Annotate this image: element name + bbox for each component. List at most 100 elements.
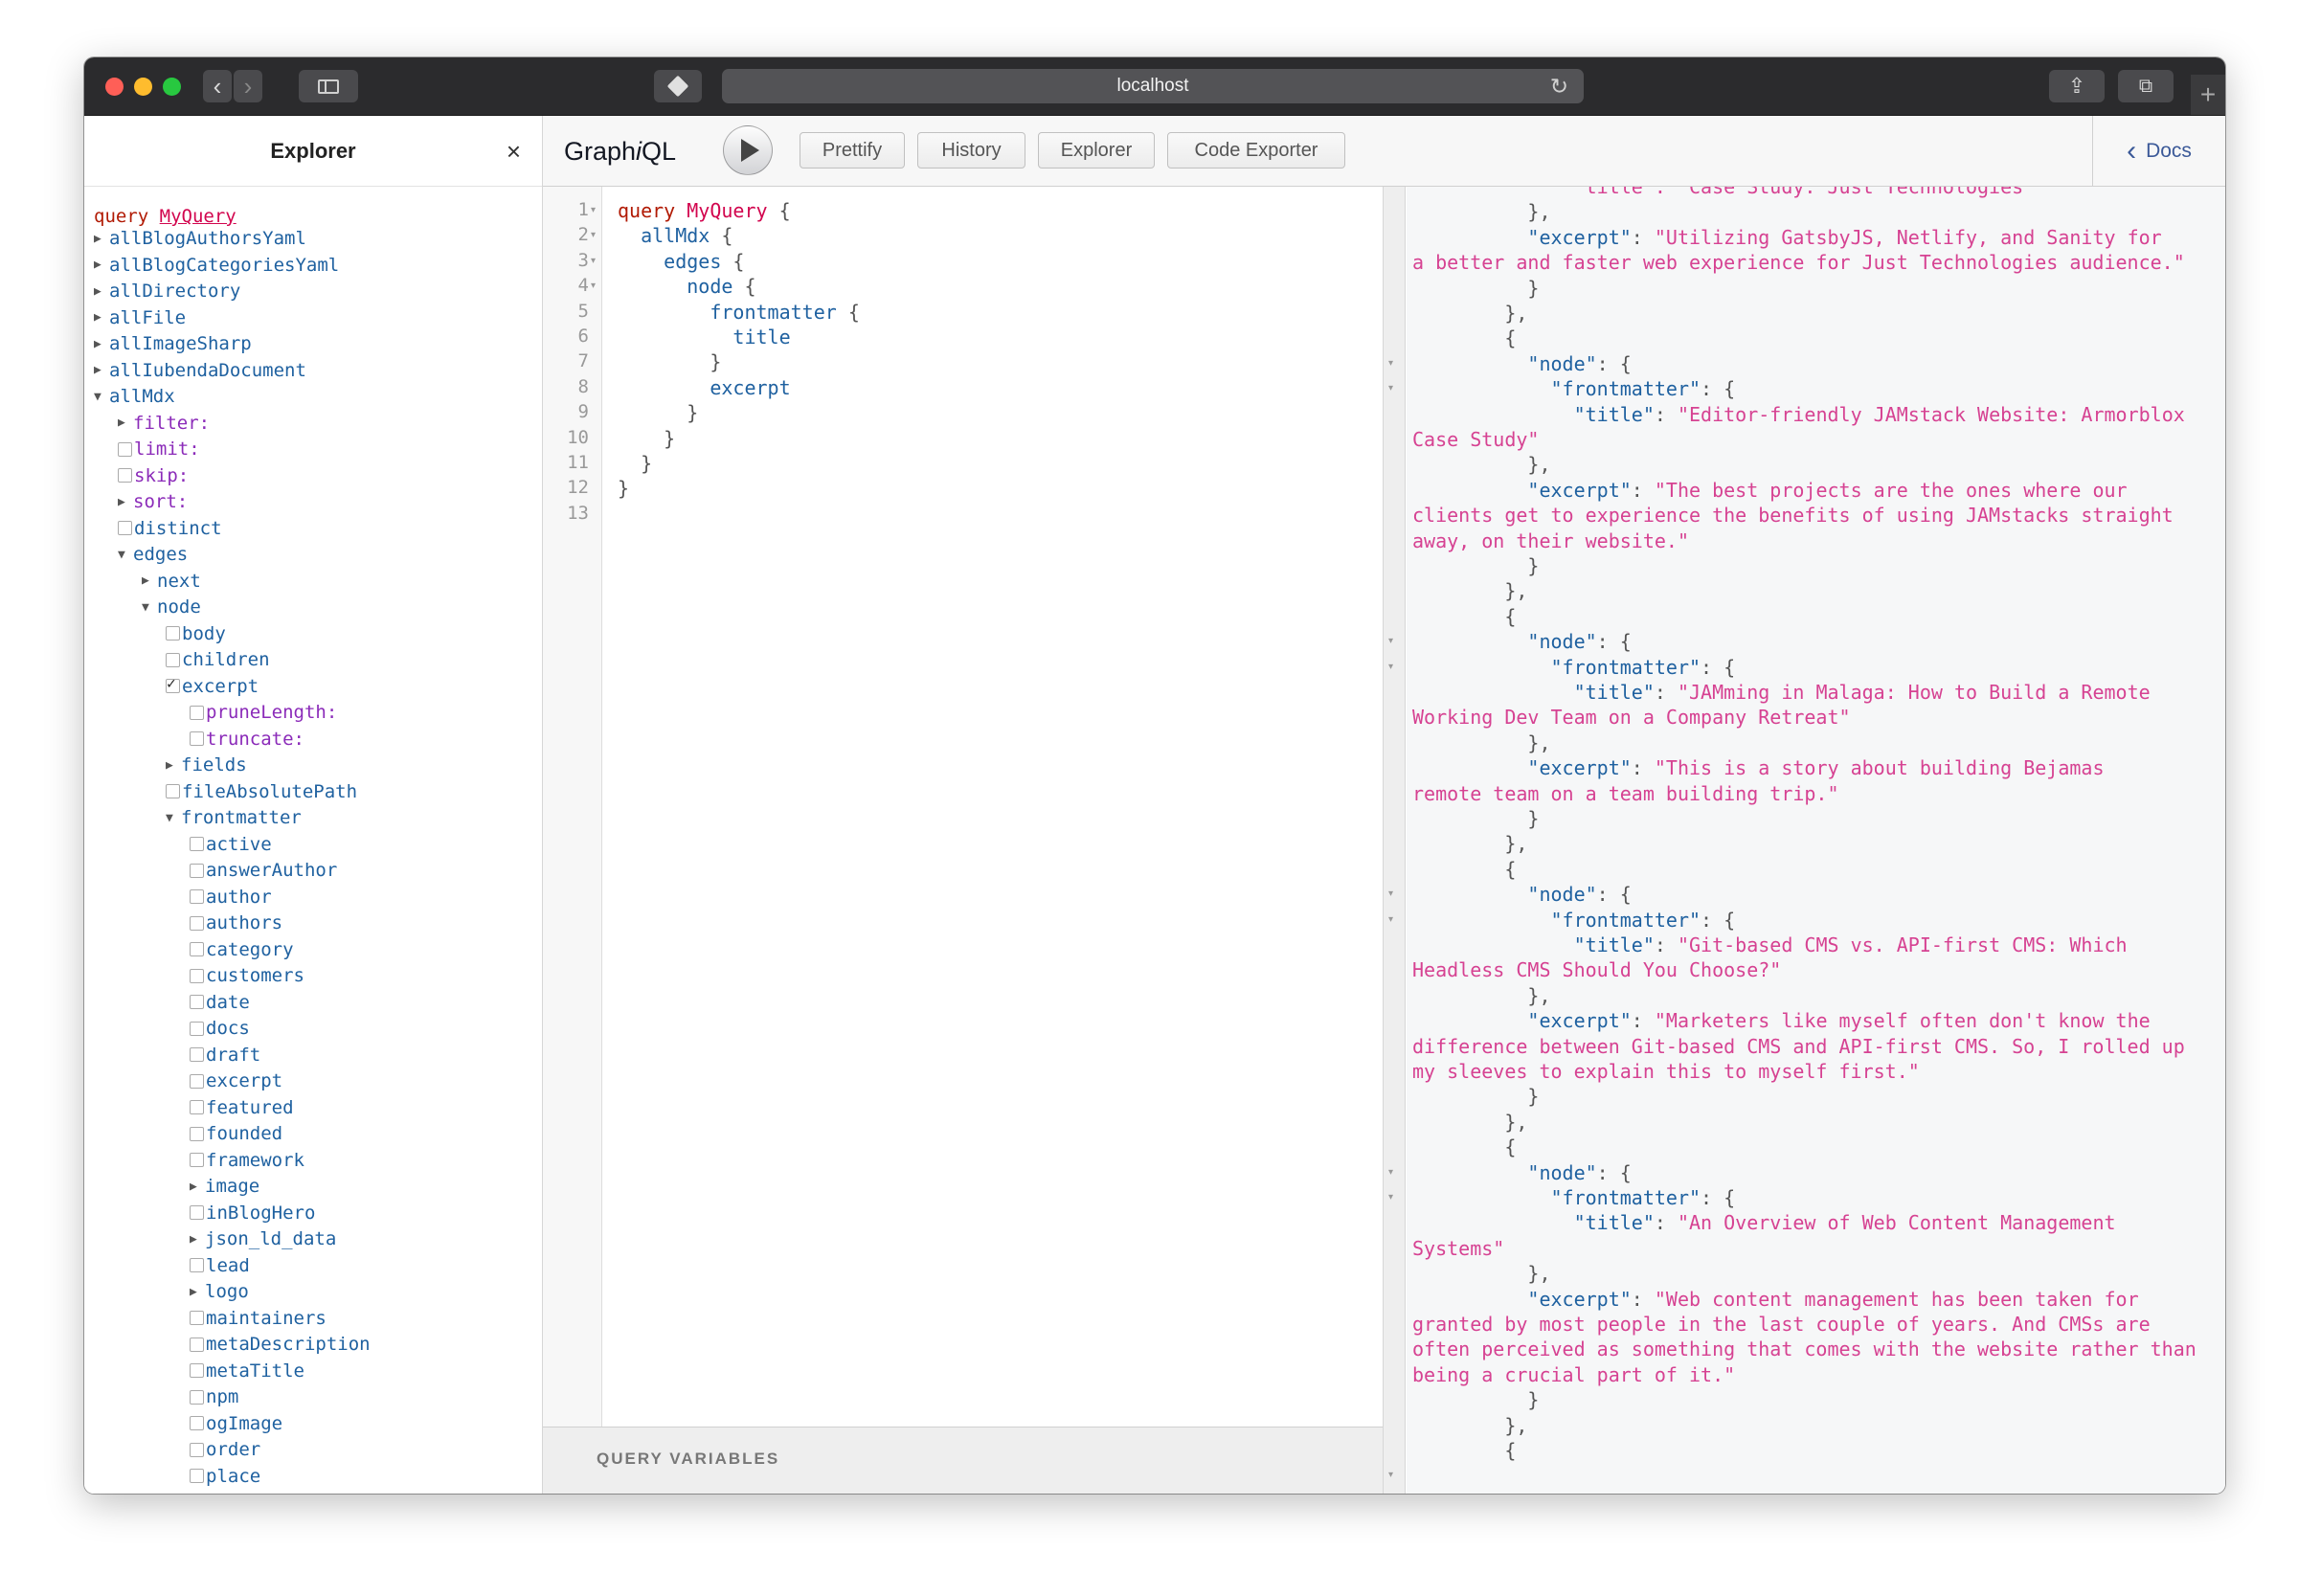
- explorer-field-ogimage[interactable]: ogImage: [190, 1412, 282, 1435]
- tabs-overview-button[interactable]: ⧉: [2118, 70, 2174, 102]
- fold-toggle-icon[interactable]: ▾: [591, 256, 596, 266]
- explorer-field-npm[interactable]: npm: [190, 1385, 238, 1408]
- extension-button[interactable]: [654, 70, 702, 102]
- prettify-button[interactable]: Prettify: [800, 132, 905, 169]
- explorer-field-date[interactable]: date: [190, 991, 250, 1014]
- checkbox[interactable]: [166, 626, 180, 641]
- checkbox[interactable]: [190, 1389, 204, 1405]
- caret-right-icon[interactable]: ▶: [142, 573, 157, 588]
- explorer-field-metadescription[interactable]: metaDescription: [190, 1333, 371, 1356]
- caret-down-icon[interactable]: ▼: [166, 811, 181, 825]
- explorer-field-frontmatter[interactable]: ▼ frontmatter: [166, 806, 302, 829]
- checkbox[interactable]: [190, 1073, 204, 1089]
- reload-icon[interactable]: ↻: [1550, 74, 1568, 100]
- caret-right-icon[interactable]: ▶: [118, 495, 133, 509]
- fold-toggle-icon[interactable]: ▾: [591, 205, 596, 215]
- explorer-field-docs[interactable]: docs: [190, 1017, 250, 1040]
- explorer-field-place[interactable]: place: [190, 1465, 260, 1488]
- zoom-window-button[interactable]: [163, 78, 181, 96]
- explorer-field-alliubendadocument[interactable]: ▶ allIubendaDocument: [94, 359, 306, 382]
- new-tab-button[interactable]: +: [2191, 75, 2225, 115]
- explorer-field-excerpt[interactable]: excerpt: [190, 1069, 282, 1092]
- forward-button[interactable]: ›: [234, 70, 262, 102]
- checkbox[interactable]: [166, 784, 180, 798]
- explorer-field-authors[interactable]: authors: [190, 911, 282, 934]
- caret-right-icon[interactable]: ▶: [94, 310, 109, 325]
- minimize-window-button[interactable]: [134, 78, 152, 96]
- query-variables-bar[interactable]: QUERY VARIABLES: [543, 1427, 1383, 1494]
- checkbox[interactable]: [190, 1311, 204, 1325]
- back-button[interactable]: ‹: [203, 70, 232, 102]
- explorer-query-header[interactable]: query MyQuery: [94, 206, 237, 227]
- explorer-field-sort[interactable]: ▶ sort:: [118, 490, 188, 513]
- caret-right-icon[interactable]: ▶: [166, 758, 181, 773]
- explorer-field-framework[interactable]: framework: [190, 1149, 304, 1172]
- caret-right-icon[interactable]: ▶: [94, 284, 109, 299]
- fold-toggle-icon[interactable]: ▾: [1388, 1192, 1393, 1203]
- fold-toggle-icon[interactable]: ▾: [1388, 636, 1393, 646]
- checkbox[interactable]: [166, 652, 180, 667]
- explorer-field-prunelength[interactable]: pruneLength:: [190, 701, 337, 724]
- checkbox[interactable]: [118, 441, 132, 457]
- checkbox[interactable]: [190, 889, 204, 904]
- query-name[interactable]: MyQuery: [160, 206, 237, 227]
- explorer-field-alldirectory[interactable]: ▶ allDirectory: [94, 280, 240, 303]
- explorer-field-featured[interactable]: featured: [190, 1096, 294, 1119]
- explorer-field-allimagesharp[interactable]: ▶ allImageSharp: [94, 332, 252, 355]
- fold-toggle-icon[interactable]: ▾: [1388, 914, 1393, 925]
- explorer-field-image[interactable]: ▶ image: [190, 1175, 259, 1198]
- fold-toggle-icon[interactable]: ▾: [591, 230, 596, 240]
- checkbox[interactable]: [190, 915, 204, 931]
- close-window-button[interactable]: [105, 78, 124, 96]
- explorer-field-filter[interactable]: ▶ filter:: [118, 412, 210, 435]
- checkbox[interactable]: [166, 674, 180, 693]
- explorer-field-allblogauthorsyaml[interactable]: ▶ allBlogAuthorsYaml: [94, 227, 306, 250]
- checkbox[interactable]: [190, 705, 204, 720]
- checkbox[interactable]: [190, 1153, 204, 1167]
- explorer-field-inbloghero[interactable]: inBlogHero: [190, 1202, 315, 1225]
- checkbox[interactable]: [190, 1337, 204, 1352]
- explorer-field-category[interactable]: category: [190, 938, 294, 961]
- caret-down-icon[interactable]: ▼: [142, 600, 157, 615]
- caret-right-icon[interactable]: ▶: [94, 258, 109, 272]
- checkbox[interactable]: [190, 1416, 204, 1430]
- checkbox[interactable]: [190, 837, 204, 851]
- explorer-field-allblogcategoriesyaml[interactable]: ▶ allBlogCategoriesYaml: [94, 254, 339, 277]
- explorer-field-founded[interactable]: founded: [190, 1122, 282, 1145]
- checkbox[interactable]: [190, 731, 204, 746]
- explorer-button[interactable]: Explorer: [1038, 132, 1155, 169]
- fold-toggle-icon[interactable]: ▾: [1388, 1470, 1393, 1480]
- explorer-field-fileabsolutepath[interactable]: fileAbsolutePath: [166, 780, 357, 803]
- result-fold-gutter[interactable]: ▾▾▾▾▾▾▾▾▾▾: [1383, 187, 1406, 1494]
- explorer-field-active[interactable]: active: [190, 833, 272, 856]
- explorer-field-lead[interactable]: lead: [190, 1254, 250, 1277]
- caret-down-icon[interactable]: ▼: [94, 390, 109, 404]
- checkbox[interactable]: [190, 1126, 204, 1141]
- caret-right-icon[interactable]: ▶: [118, 416, 133, 430]
- checkbox[interactable]: [190, 1469, 204, 1483]
- caret-right-icon[interactable]: ▶: [190, 1232, 205, 1247]
- explorer-field-allmdx[interactable]: ▼ allMdx: [94, 385, 175, 408]
- explorer-field-skip[interactable]: skip:: [118, 464, 189, 487]
- sidebar-toggle-button[interactable]: [299, 70, 358, 102]
- share-button[interactable]: ⇪: [2049, 70, 2105, 102]
- result-viewer[interactable]: "title": "Case Study: Just Technologies"…: [1407, 187, 2225, 1494]
- checkbox[interactable]: [118, 521, 132, 535]
- checkbox[interactable]: [190, 1205, 204, 1220]
- close-icon[interactable]: ×: [507, 137, 521, 167]
- checkbox[interactable]: [190, 863, 204, 878]
- fold-toggle-icon[interactable]: ▾: [1388, 383, 1393, 393]
- explorer-field-metatitle[interactable]: metaTitle: [190, 1360, 304, 1382]
- checkbox[interactable]: [190, 1363, 204, 1378]
- history-button[interactable]: History: [917, 132, 1025, 169]
- caret-right-icon[interactable]: ▶: [94, 337, 109, 351]
- explorer-field-draft[interactable]: draft: [190, 1044, 260, 1067]
- explorer-field-json_ld_data[interactable]: ▶ json_ld_data: [190, 1227, 336, 1250]
- caret-right-icon[interactable]: ▶: [190, 1180, 205, 1194]
- explorer-field-fields[interactable]: ▶ fields: [166, 753, 247, 776]
- explorer-field-node[interactable]: ▼ node: [142, 596, 201, 618]
- explorer-field-children[interactable]: children: [166, 648, 270, 671]
- caret-down-icon[interactable]: ▼: [118, 548, 133, 562]
- explorer-field-next[interactable]: ▶ next: [142, 570, 201, 593]
- explorer-field-answerauthor[interactable]: answerAuthor: [190, 859, 337, 882]
